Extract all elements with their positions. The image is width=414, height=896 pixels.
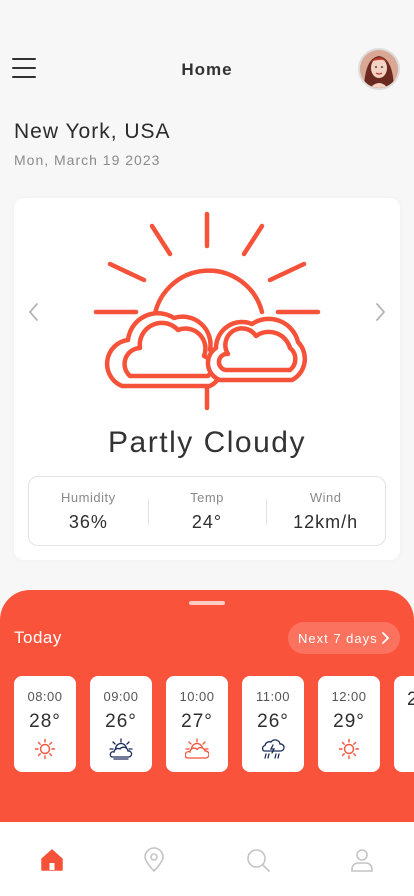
stat-humidity: Humidity 36%: [29, 477, 148, 545]
sun-icon: [338, 738, 360, 760]
sun-cloud-icon: [185, 738, 209, 759]
sun-icon: [34, 738, 56, 760]
stat-value: 36%: [68, 512, 108, 532]
hour-time: 09:00: [103, 689, 139, 704]
hour-temp: 26°: [257, 711, 289, 732]
next-7-days-button[interactable]: Next 7 days: [288, 622, 400, 654]
bottom-tab-bar: [0, 822, 414, 896]
user-icon: [351, 849, 373, 872]
tab-profile[interactable]: [348, 846, 376, 874]
weather-condition: Partly Cloudy: [108, 426, 306, 459]
stat-label: Temp: [190, 490, 224, 505]
hour-temp: 2: [407, 689, 414, 710]
user-avatar[interactable]: [358, 48, 400, 90]
header: Home: [0, 0, 414, 120]
hour-card[interactable]: 12:00 29°: [318, 676, 380, 772]
hour-card[interactable]: 10:00 27°: [166, 676, 228, 772]
chevron-right-icon: [382, 632, 390, 644]
stat-value: 24°: [191, 512, 223, 532]
next-7-days-label: Next 7 days: [298, 630, 378, 646]
hour-temp: 26°: [105, 711, 137, 732]
forecast-sheet: Today Next 7 days 08:00 28° 09:00 26° 10…: [0, 590, 414, 830]
stat-value: 12km/h: [293, 512, 359, 532]
stat-label: Wind: [309, 490, 342, 505]
hour-temp: 29°: [333, 711, 365, 732]
forecast-title: Today: [14, 628, 62, 647]
hour-time: 10:00: [179, 689, 215, 704]
sun-cloud-dark-icon: [109, 738, 133, 760]
hour-time: 11:00: [255, 689, 291, 704]
location-date: Mon, March 19 2023: [14, 152, 161, 168]
next-arrow-icon[interactable]: [370, 300, 390, 324]
hour-card[interactable]: 09:00 26°: [90, 676, 152, 772]
rain-cloud-icon: [261, 739, 285, 759]
hour-card[interactable]: 2: [394, 676, 414, 772]
stat-wind: Wind 12km/h: [266, 477, 385, 545]
stat-temp: Temp 24°: [147, 477, 267, 545]
hour-card[interactable]: 08:00 28°: [14, 676, 76, 772]
search-icon: [247, 849, 270, 872]
current-weather-card: Partly Cloudy Humidity 36% Temp 24° Wind…: [14, 198, 400, 560]
hourly-forecast-list[interactable]: 08:00 28° 09:00 26° 10:00 27° 11:00 26° …: [14, 676, 414, 772]
previous-arrow-icon[interactable]: [24, 300, 44, 324]
hour-temp: 28°: [29, 711, 61, 732]
sheet-drag-handle[interactable]: [189, 601, 225, 605]
location-pin-icon: [144, 847, 164, 873]
hour-time: 08:00: [27, 689, 63, 704]
hour-card[interactable]: 11:00 26°: [242, 676, 304, 772]
partly-cloudy-icon: [92, 208, 322, 418]
tab-search[interactable]: [244, 846, 272, 874]
home-icon: [41, 849, 63, 871]
tab-home[interactable]: [38, 846, 66, 874]
tab-location[interactable]: [140, 846, 168, 874]
page-title: Home: [181, 60, 233, 79]
location-city: New York, USA: [14, 120, 171, 143]
stat-label: Humidity: [61, 490, 116, 505]
hour-temp: 27°: [181, 711, 213, 732]
hour-time: 12:00: [331, 689, 367, 704]
weather-stats: Humidity 36% Temp 24° Wind 12km/h: [28, 476, 386, 546]
